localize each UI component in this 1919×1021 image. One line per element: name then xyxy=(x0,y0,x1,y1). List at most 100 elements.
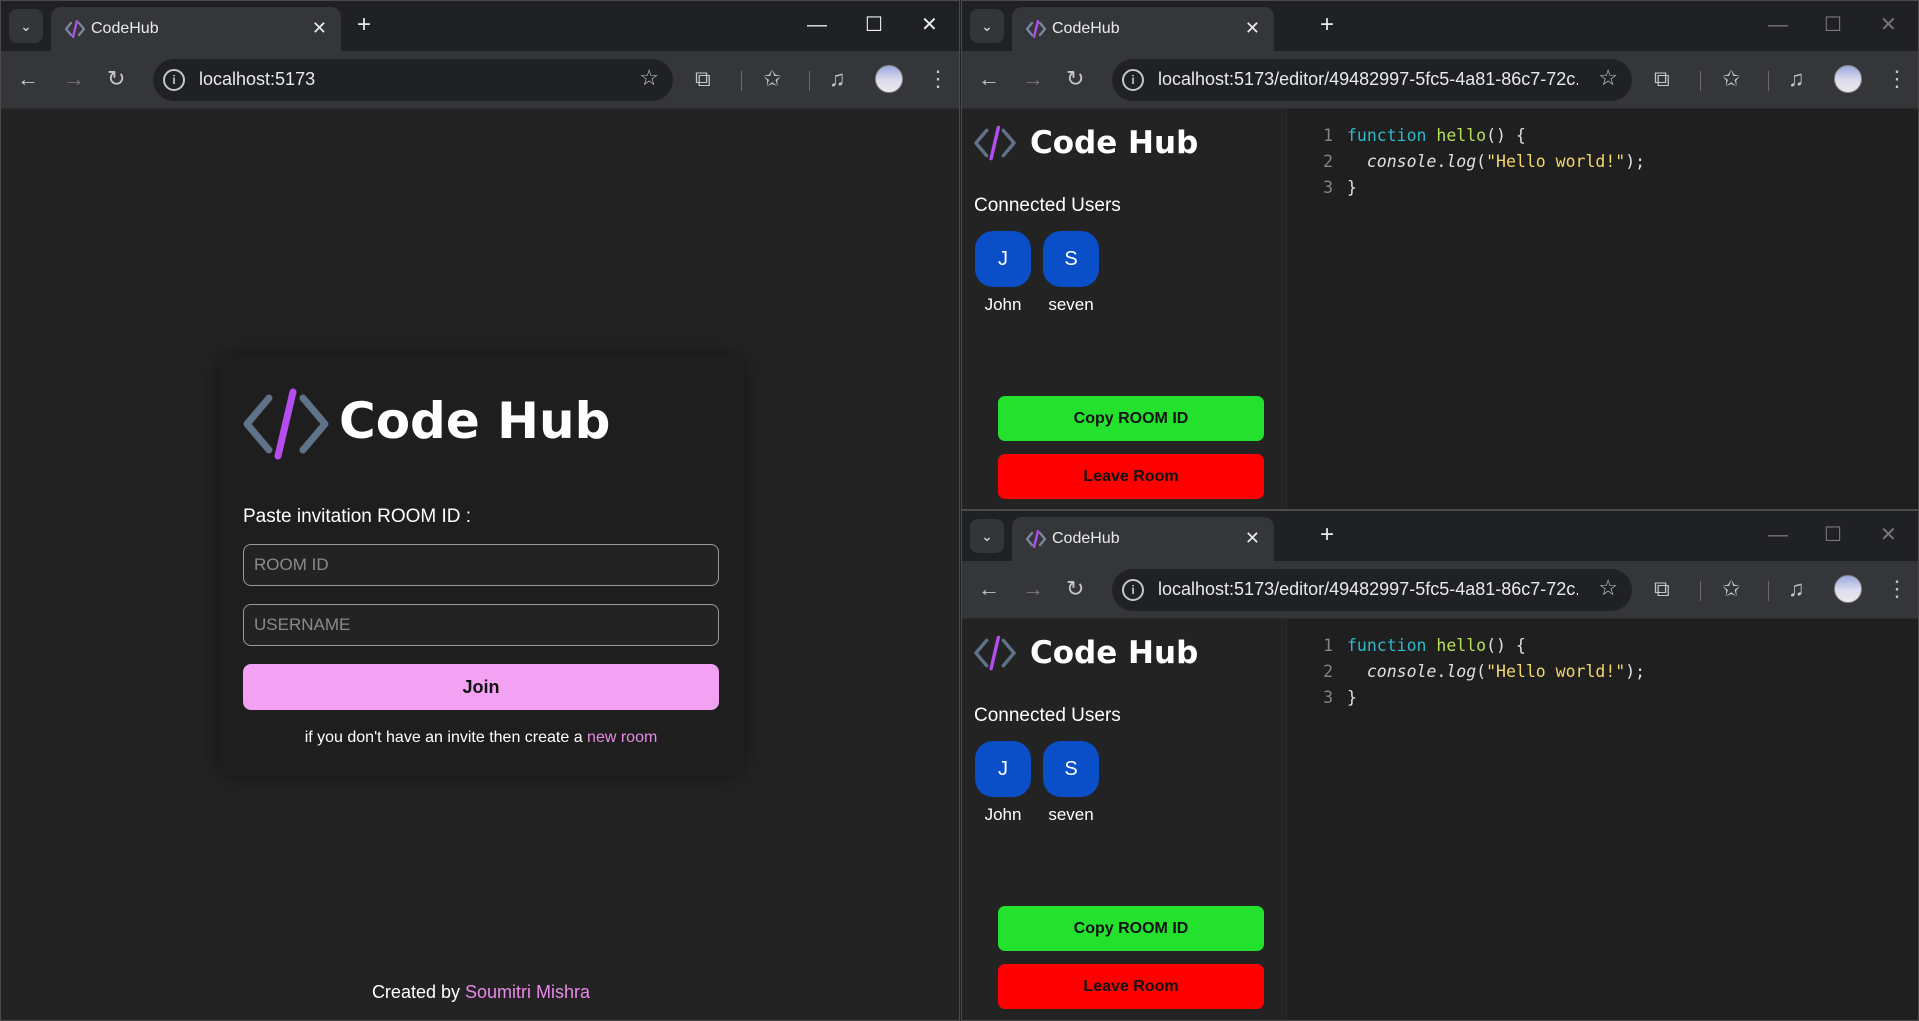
tab-strip: ⌄ CodeHub ✕ + — ☐ ✕ xyxy=(962,511,1918,561)
forward-icon[interactable]: → xyxy=(1022,65,1044,93)
minimize-icon[interactable]: — xyxy=(1768,523,1788,547)
room-id-input[interactable]: ROOM ID xyxy=(243,544,719,586)
back-icon[interactable]: ← xyxy=(978,65,1000,93)
favorites-icon[interactable]: ✩ xyxy=(1722,65,1740,93)
leave-room-button[interactable]: Leave Room xyxy=(998,454,1264,499)
punctuation: ( xyxy=(1476,662,1487,681)
close-window-icon[interactable]: ✕ xyxy=(1880,523,1897,547)
codehub-favicon xyxy=(65,20,85,38)
browser-toolbar: ← → ↻ i localhost:5173/editor/49482997-5… xyxy=(962,51,1918,109)
avatar: S xyxy=(1043,741,1099,797)
close-window-icon[interactable]: ✕ xyxy=(921,13,938,37)
new-tab-icon[interactable]: + xyxy=(1320,11,1334,39)
user-seven: Sseven xyxy=(1042,741,1100,825)
punctuation: ( xyxy=(1476,152,1487,171)
close-icon[interactable]: ✕ xyxy=(1245,18,1260,39)
identifier: console xyxy=(1366,662,1437,681)
address-bar[interactable]: i localhost:5173 ☆ xyxy=(153,59,673,101)
kebab-menu-icon[interactable]: ⋮ xyxy=(1886,65,1908,93)
favorites-icon[interactable]: ✩ xyxy=(1722,575,1740,603)
punctuation: () { xyxy=(1486,126,1526,145)
author-link[interactable]: Soumitri Mishra xyxy=(465,982,590,1002)
copy-room-id-button[interactable]: Copy ROOM ID xyxy=(998,906,1264,951)
code-line: 2 console.log("Hello world!"); xyxy=(1307,659,1645,685)
media-control-icon[interactable]: ♫ xyxy=(1788,575,1805,603)
avatar: S xyxy=(1043,231,1099,287)
reload-icon[interactable]: ↻ xyxy=(107,65,125,93)
user-seven: Sseven xyxy=(1042,231,1100,315)
method: log xyxy=(1446,662,1477,681)
maximize-icon[interactable]: ☐ xyxy=(1824,523,1842,547)
address-bar[interactable]: i localhost:5173/editor/49482997-5fc5-4a… xyxy=(1112,59,1632,101)
bookmark-star-icon[interactable]: ☆ xyxy=(1598,575,1618,601)
site-info-icon[interactable]: i xyxy=(163,69,185,91)
tab-codehub[interactable]: CodeHub ✕ xyxy=(1012,7,1274,51)
media-control-icon[interactable]: ♫ xyxy=(1788,65,1805,93)
new-tab-icon[interactable]: + xyxy=(357,11,371,39)
line-number: 3 xyxy=(1323,178,1333,197)
code-editor[interactable]: 1 function hello() { 2 console.log("Hello… xyxy=(1286,619,1918,1020)
user-john: J John xyxy=(974,741,1032,825)
close-window-icon[interactable]: ✕ xyxy=(1880,13,1897,37)
address-bar[interactable]: i localhost:5173/editor/49482997-5fc5-4a… xyxy=(1112,569,1632,611)
close-icon[interactable]: ✕ xyxy=(312,18,327,39)
favorites-icon[interactable]: ✩ xyxy=(763,65,781,93)
url-text: localhost:5173 xyxy=(199,69,316,89)
line-number: 1 xyxy=(1323,126,1333,145)
tab-strip: ⌄ CodeHub ✕ + — ☐ ✕ xyxy=(962,1,1918,51)
bookmark-star-icon[interactable]: ☆ xyxy=(1598,65,1618,91)
minimize-icon[interactable]: — xyxy=(807,13,827,37)
toolbar-divider xyxy=(1700,71,1701,91)
reload-icon[interactable]: ↻ xyxy=(1066,65,1084,93)
back-icon[interactable]: ← xyxy=(17,65,39,93)
reload-icon[interactable]: ↻ xyxy=(1066,575,1084,603)
keyword: function xyxy=(1347,126,1427,145)
code-editor[interactable]: 1 function hello() { 2 console.log("Hello… xyxy=(1286,109,1918,509)
extensions-icon[interactable]: ⧉ xyxy=(695,65,711,93)
extensions-icon[interactable]: ⧉ xyxy=(1654,575,1670,603)
codehub-favicon xyxy=(1026,20,1046,38)
username-input[interactable]: USERNAME xyxy=(243,604,719,646)
tab-search-icon[interactable]: ⌄ xyxy=(9,9,43,43)
code-line: 1 function hello() { xyxy=(1307,123,1526,149)
back-icon[interactable]: ← xyxy=(978,575,1000,603)
site-info-icon[interactable]: i xyxy=(1122,69,1144,91)
maximize-icon[interactable]: ☐ xyxy=(1824,13,1842,37)
join-button[interactable]: Join xyxy=(243,664,719,710)
line-number: 1 xyxy=(1323,636,1333,655)
punctuation: . xyxy=(1436,152,1447,171)
new-tab-icon[interactable]: + xyxy=(1320,521,1334,549)
browser-window-editor-1: ⌄ CodeHub ✕ + — ☐ ✕ ← → ↻ i localhost:51… xyxy=(961,0,1919,510)
profile-avatar[interactable] xyxy=(1834,65,1862,93)
kebab-menu-icon[interactable]: ⋮ xyxy=(1886,575,1908,603)
site-info-icon[interactable]: i xyxy=(1122,579,1144,601)
tab-search-icon[interactable]: ⌄ xyxy=(970,519,1004,553)
forward-icon[interactable]: → xyxy=(1022,575,1044,603)
kebab-menu-icon[interactable]: ⋮ xyxy=(927,65,949,93)
minimize-icon[interactable]: — xyxy=(1768,13,1788,37)
tab-search-icon[interactable]: ⌄ xyxy=(970,9,1004,43)
toolbar-divider xyxy=(809,71,810,91)
tab-codehub[interactable]: CodeHub ✕ xyxy=(1012,517,1274,561)
profile-avatar[interactable] xyxy=(875,65,903,93)
codehub-logo-icon xyxy=(243,388,329,460)
forward-icon[interactable]: → xyxy=(63,65,85,93)
connected-users-heading: Connected Users xyxy=(974,705,1121,726)
profile-avatar[interactable] xyxy=(1834,575,1862,603)
extensions-icon[interactable]: ⧉ xyxy=(1654,65,1670,93)
browser-toolbar: ← → ↻ i localhost:5173 ☆ ⧉ ✩ ♫ ⋮ xyxy=(1,51,959,109)
copy-room-id-button[interactable]: Copy ROOM ID xyxy=(998,396,1264,441)
bookmark-star-icon[interactable]: ☆ xyxy=(639,65,659,91)
new-room-link[interactable]: new room xyxy=(587,729,657,746)
desktop: ⌄ CodeHub ✕ + — ☐ ✕ ← → ↻ i localhost:51… xyxy=(0,0,1919,1021)
close-icon[interactable]: ✕ xyxy=(1245,528,1260,549)
punctuation: } xyxy=(1347,178,1357,197)
leave-room-button[interactable]: Leave Room xyxy=(998,964,1264,1009)
browser-window-editor-2: ⌄ CodeHub ✕ + — ☐ ✕ ← → ↻ i localhost:51… xyxy=(961,510,1919,1021)
avatar: J xyxy=(975,231,1031,287)
url-text: localhost:5173/editor/49482997-5fc5-4a81… xyxy=(1158,69,1578,89)
tab-codehub[interactable]: CodeHub ✕ xyxy=(51,7,341,51)
logo-text: Code Hub xyxy=(1030,125,1199,161)
maximize-icon[interactable]: ☐ xyxy=(865,13,883,37)
media-control-icon[interactable]: ♫ xyxy=(829,65,846,93)
